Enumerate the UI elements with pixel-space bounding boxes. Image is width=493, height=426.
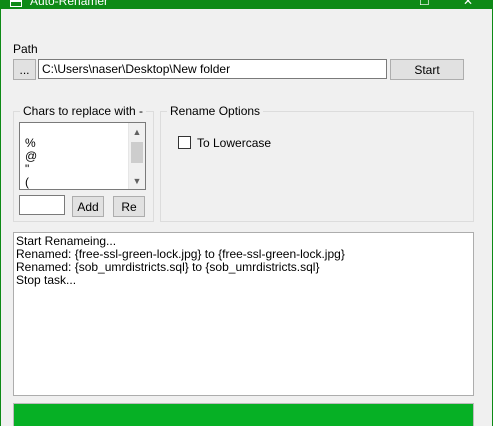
path-input[interactable]: C:\Users\naser\Desktop\New folder	[38, 59, 387, 79]
progress-fill	[14, 404, 473, 426]
char-input[interactable]	[19, 195, 65, 215]
log-output[interactable]: Start Renameing... Renamed: {free-ssl-gre…	[13, 232, 474, 396]
progress-bar	[13, 403, 474, 426]
lowercase-checkbox[interactable]	[178, 136, 191, 149]
close-icon[interactable]: ✕	[463, 0, 473, 8]
chars-list: % @ " (	[25, 137, 37, 189]
log-line: Stop task...	[16, 273, 77, 287]
start-button[interactable]: Start	[390, 59, 464, 80]
lowercase-label[interactable]: To Lowercase	[197, 136, 271, 150]
browse-button[interactable]: ...	[13, 59, 36, 80]
rename-options-group: Rename Options	[160, 104, 474, 222]
remove-button[interactable]: Re	[113, 196, 145, 217]
chars-listbox[interactable]: % @ " ( ▲ ▼	[19, 122, 146, 190]
path-label: Path	[13, 42, 38, 56]
title-bar[interactable]: Auto-Renamer ☐ ✕	[0, 0, 493, 9]
scroll-up-icon[interactable]: ▲	[129, 123, 145, 140]
rename-options-title: Rename Options	[167, 104, 264, 118]
window-title: Auto-Renamer	[30, 0, 109, 8]
scroll-thumb[interactable]	[131, 142, 143, 163]
list-item[interactable]: (	[25, 176, 37, 189]
add-button[interactable]: Add	[72, 196, 104, 217]
app-icon	[10, 0, 22, 7]
chars-scrollbar[interactable]: ▲ ▼	[128, 123, 145, 189]
scroll-down-icon[interactable]: ▼	[129, 172, 145, 189]
chars-group-title: Chars to replace with -	[20, 104, 147, 118]
maximize-icon[interactable]: ☐	[419, 0, 430, 8]
log-line: Renamed: {sob_umrdistricts.sql} to {sob_…	[16, 260, 320, 274]
